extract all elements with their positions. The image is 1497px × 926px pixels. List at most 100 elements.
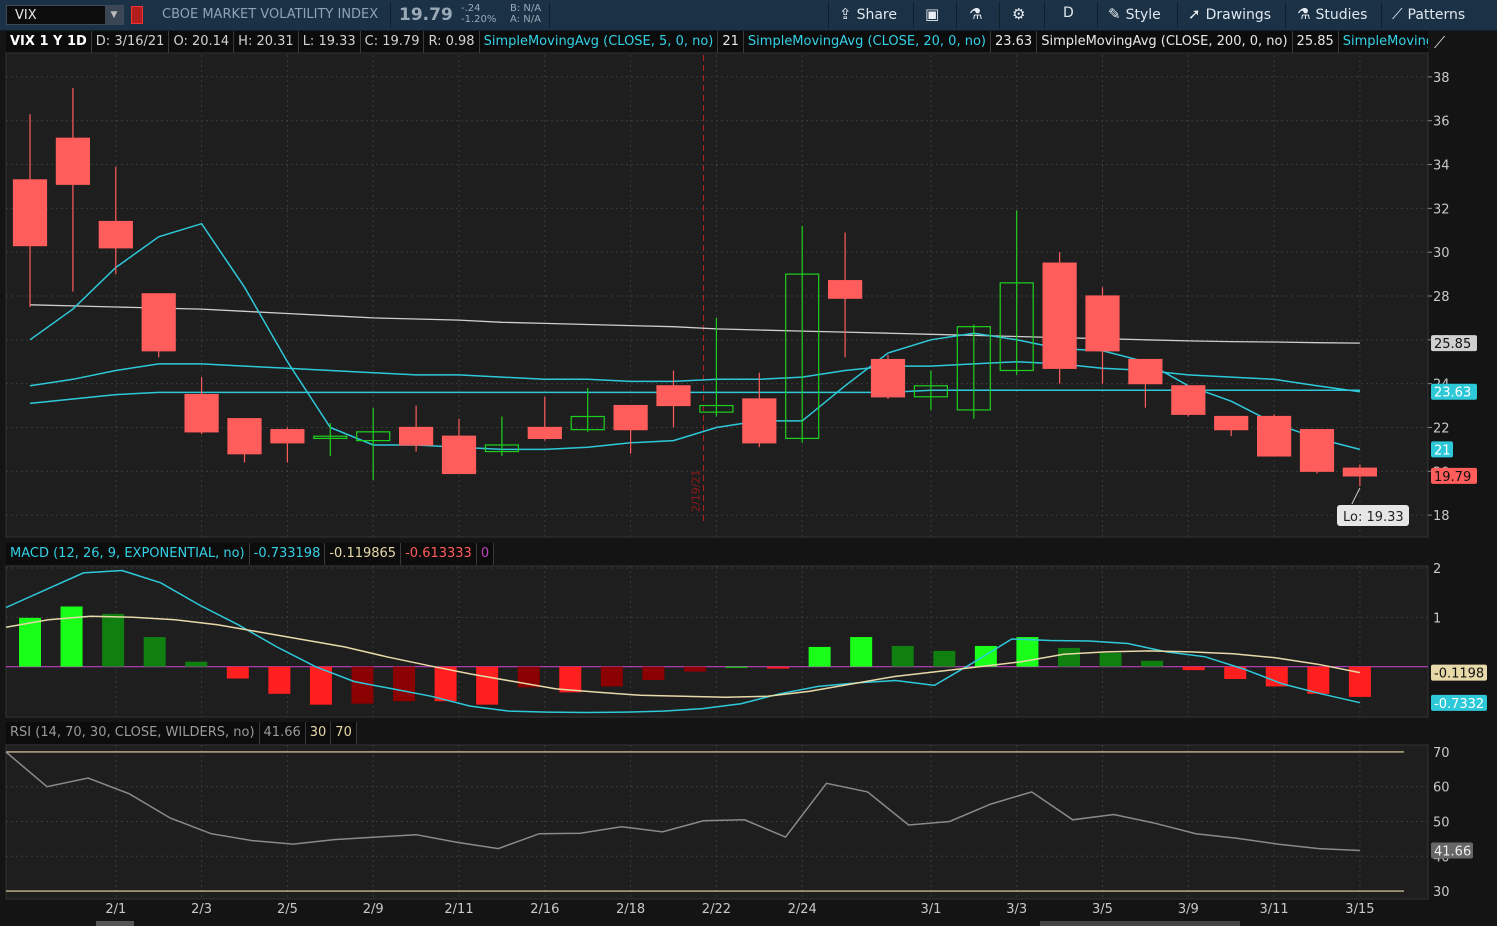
y-tick-label: 36 [1433,115,1450,130]
divider [1177,2,1178,28]
sma5-value: 21 [718,31,744,53]
candle-body [441,435,477,475]
candle-body [870,358,906,398]
bid-ask: B: N/A A: N/A [510,3,541,25]
scrollbar-track [1040,921,1240,926]
candle-body [12,179,48,247]
chevron-down-icon[interactable]: ▼ [105,6,123,24]
x-tick-label: 2/22 [702,902,731,917]
x-tick-label: 2/18 [616,902,645,917]
candle-body [913,385,949,398]
macd-tag-label: -0.1198 [1434,667,1484,682]
alert-icon[interactable]: ! [11,61,27,77]
x-tick-label: 2/11 [444,902,473,917]
x-tick-label: 3/1 [920,902,941,917]
price-panel-bg [5,52,1429,538]
macd-histogram-bar [1057,647,1080,667]
macd-panel [5,569,1428,714]
drawing-tool-icon[interactable]: ⟋ [1434,33,1445,53]
candle-body [356,431,391,442]
macd-tag-label: -0.7332 [1434,697,1484,712]
snapshot-icon: ▣ [925,5,940,23]
macd-histogram-bar [143,637,166,667]
aggregation-label: D [1063,5,1074,21]
bar-open: O: 20.14 [169,31,235,53]
macd-tick-label: 2 [1433,562,1441,577]
low-tag-bg [1337,504,1409,526]
symbol-text: VIX [15,8,37,23]
share-button[interactable]: ⇪ Share [839,5,897,25]
patterns-icon: ⟋ [1392,5,1403,23]
macd-avg-value: -0.119865 [325,543,402,565]
x-tick-label: 2/5 [277,902,298,917]
drawings-button[interactable]: ➚ Drawings [1188,5,1271,25]
macd-histogram-bar [1182,666,1205,671]
rsi-panel-bg [5,744,1429,900]
price-tag-bg [1431,383,1477,400]
low-tag-pointer [1351,487,1361,505]
patterns-button[interactable]: ⟋ Patterns [1392,5,1465,25]
rsi-line [5,751,1360,852]
candle-body [484,444,519,453]
sma5-label[interactable]: SimpleMovingAvg (CLOSE, 5, 0, no) [480,31,719,53]
candle-body [1171,385,1206,415]
sma200-line [29,304,1360,344]
macd-histogram-bar [725,666,748,668]
macd-histogram-bar [517,666,540,688]
chart-app: { "toolbar": { "symbol": "VIX", "symbol_… [0,0,1497,926]
sma20-label[interactable]: SimpleMovingAvg (CLOSE, 20, 0, no) [744,31,991,53]
y-tick-label: 30 [1433,246,1450,261]
chart-symbol[interactable]: VIX 1 Y 1D [6,31,92,53]
sma200-value: 25.85 [1293,31,1339,53]
candle-body [1299,429,1335,472]
macd-histogram-bar [1141,660,1164,667]
candle-body [227,418,262,455]
sma20-value: 23.63 [991,31,1038,53]
macd-label[interactable]: MACD (12, 26, 9, EXPONENTIAL, no) [6,543,250,565]
sma200-label[interactable]: SimpleMovingAvg (CLOSE, 200, 0, no) [1037,31,1293,53]
candle-body [1214,415,1249,431]
x-tick-label: 2/3 [191,902,212,917]
macd-histogram-bar [102,613,125,667]
y-tick-label: 34 [1433,159,1450,174]
price-tag-label: 23.63 [1434,386,1471,401]
bid-value: B: N/A [510,3,542,14]
candle-body [55,137,91,185]
price-tag-bg [1431,441,1453,458]
candle-body [98,220,133,249]
y-tick-label: 20 [1433,465,1450,480]
settings-button[interactable]: ⚙ [1012,5,1030,25]
alert-flag-icon[interactable] [131,6,143,24]
snapshot-button[interactable]: ▣ [925,5,944,25]
divider [828,2,829,28]
studies-button[interactable]: ⚗ Studies [1297,5,1367,25]
rsi-label[interactable]: RSI (14, 70, 30, CLOSE, WILDERS, no) [6,722,260,744]
macd-histogram-bar [1307,666,1330,694]
macd-histogram-bar [850,637,873,667]
candle-body [527,426,562,440]
style-button[interactable]: ✎ Style [1108,5,1161,25]
divider [1044,2,1045,28]
bar-date: D: 3/16/21 [92,31,170,53]
candle-body [1342,467,1378,477]
macd-tick-label: 1 [1433,611,1441,626]
candle-body [1085,295,1120,352]
candle-body [1256,415,1292,457]
macd-histogram-bar [1348,666,1371,697]
aggregation-button[interactable]: D [1063,5,1074,25]
grid [5,52,1429,900]
rsi-tick-label: 60 [1433,781,1450,796]
candle-body [313,435,348,440]
rsi-tag-bg [1431,842,1473,859]
symbol-input[interactable]: VIX ▼ [6,5,124,25]
candle-body [399,426,434,446]
axes: 2/1 2/3 2/5 2/9 2/11 2/16 2/18 2/22 2/24 3/1 3/3 3/… [96,71,1487,926]
x-tick-label: 3/9 [1178,902,1199,917]
rsi-tick-label: 40 [1433,850,1450,865]
bar-close: C: 19.79 [361,31,425,53]
ask-value: A: N/A [510,14,541,25]
net-change: -.24 [461,3,481,14]
macd-histogram-bar [642,666,665,680]
sma-more-label[interactable]: SimpleMoving... [1339,31,1428,53]
flask-button[interactable]: ⚗ [969,5,987,25]
